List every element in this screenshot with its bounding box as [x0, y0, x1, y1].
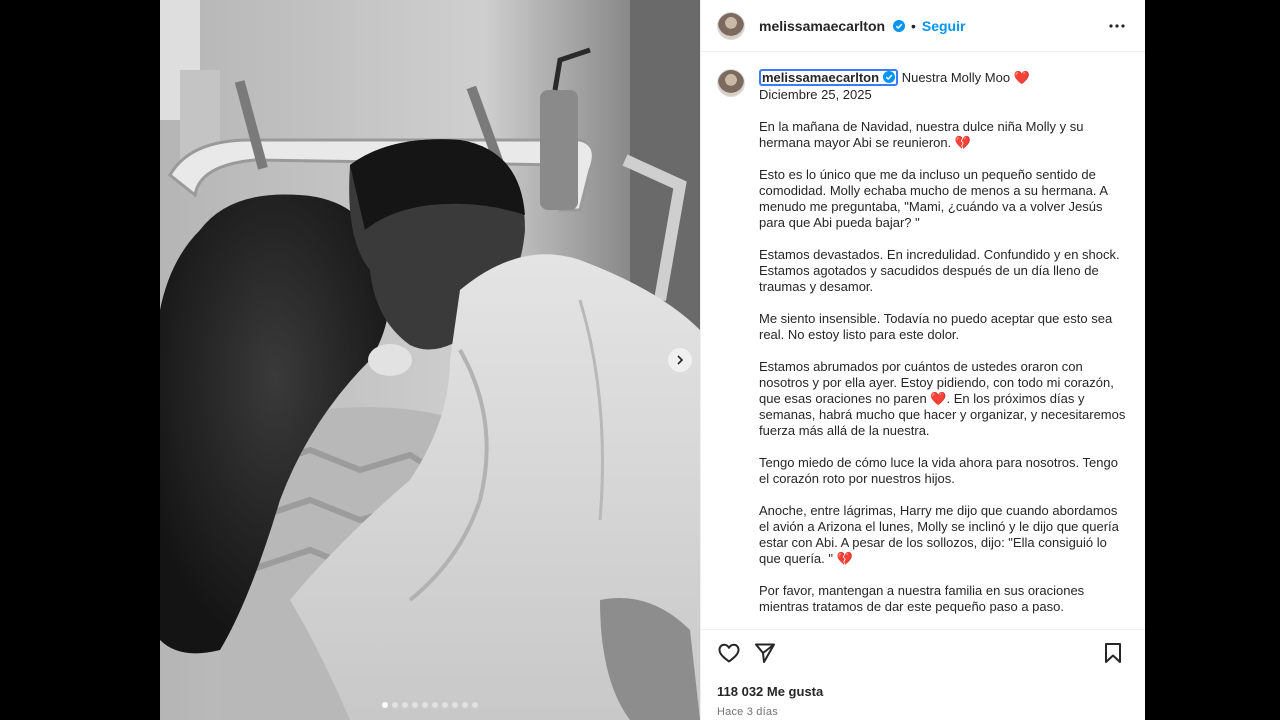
- paragraph-text: En la mañana de Navidad, nuestra dulce n…: [759, 119, 1084, 150]
- verified-badge-icon: [883, 71, 896, 83]
- post-time-ago[interactable]: Hace 3 días: [717, 706, 1129, 718]
- actions-bar: 118 032 Me gusta Hace 3 días: [701, 629, 1145, 720]
- heart-icon[interactable]: [717, 641, 741, 665]
- caption-paragraph: Anoche, entre lágrimas, Harry me dijo qu…: [759, 503, 1129, 567]
- photo-image: [160, 0, 700, 720]
- screen: melissamaecarlton • Seguir melissamaecar…: [0, 0, 1280, 720]
- caption-paragraph: Estamos abrumados por cuántos de ustedes…: [759, 359, 1129, 439]
- follow-button[interactable]: Seguir: [922, 18, 966, 34]
- caption-paragraph: Tengo miedo de cómo luce la vida ahora p…: [759, 455, 1129, 487]
- paragraph-text: Anoche, entre lágrimas, Harry me dijo qu…: [759, 503, 1119, 566]
- chevron-right-icon: [677, 355, 684, 365]
- bookmark-icon[interactable]: [1101, 641, 1125, 665]
- caption-username-link[interactable]: melissamaecarlton: [759, 69, 899, 86]
- verified-badge-icon: [892, 19, 905, 32]
- send-icon[interactable]: [753, 641, 777, 665]
- paragraph-text: Tengo miedo de cómo luce la vida ahora p…: [759, 455, 1118, 486]
- comments-section[interactable]: melissamaecarlton Nuestra Molly Moo ❤️ D…: [701, 53, 1145, 629]
- paragraph-emoji: 💔: [954, 135, 972, 150]
- caption-avatar[interactable]: [717, 69, 745, 97]
- caption-paragraph: Por favor, mantengan a nuestra familia e…: [759, 583, 1129, 615]
- post-details-panel: melissamaecarlton • Seguir melissamaecar…: [700, 0, 1145, 720]
- paragraph-text: Me siento insensible. Todavía no puedo a…: [759, 311, 1113, 342]
- caption-paragraph: En la mañana de Navidad, nuestra dulce n…: [759, 119, 1129, 151]
- caption-paragraph: Esto es lo único que me da incluso un pe…: [759, 167, 1129, 231]
- separator-dot: •: [910, 17, 916, 34]
- carousel-dot: [462, 702, 468, 708]
- paragraph-text: Estamos devastados. En incredulidad. Con…: [759, 247, 1120, 294]
- carousel-dot: [402, 702, 408, 708]
- caption-date: Diciembre 25, 2025: [759, 87, 872, 102]
- caption-paragraph: Estamos devastados. En incredulidad. Con…: [759, 247, 1129, 295]
- carousel-dot: [432, 702, 438, 708]
- next-slide-button[interactable]: [668, 348, 692, 372]
- caption-paragraphs: En la mañana de Navidad, nuestra dulce n…: [759, 119, 1129, 615]
- action-icons: [717, 640, 1129, 666]
- paragraph-emoji: 💔: [836, 551, 853, 566]
- carousel-dot: [382, 702, 388, 708]
- caption-username: melissamaecarlton: [762, 70, 880, 85]
- carousel-dot: [442, 702, 448, 708]
- post-header: melissamaecarlton • Seguir: [701, 0, 1145, 52]
- carousel-dot: [392, 702, 398, 708]
- more-options-button[interactable]: [1105, 14, 1129, 38]
- carousel-dot: [412, 702, 418, 708]
- header-username-link[interactable]: melissamaecarlton: [759, 18, 905, 34]
- avatar[interactable]: [717, 11, 745, 40]
- post-photo[interactable]: [160, 0, 700, 720]
- caption-paragraph: Me siento insensible. Todavía no puedo a…: [759, 311, 1129, 343]
- paragraph-text: Esto es lo único que me da incluso un pe…: [759, 167, 1108, 230]
- caption-body: melissamaecarlton Nuestra Molly Moo ❤️ D…: [759, 69, 1129, 615]
- caption-title-emoji: ❤️: [1013, 70, 1030, 85]
- more-options-icon: [1109, 23, 1125, 28]
- header-username: melissamaecarlton: [759, 17, 886, 34]
- paragraph-text: Por favor, mantengan a nuestra familia e…: [759, 583, 1085, 614]
- carousel-dot: [452, 702, 458, 708]
- carousel-indicator: [160, 702, 700, 708]
- carousel-dot: [422, 702, 428, 708]
- like-count[interactable]: 118 032 Me gusta: [717, 684, 1129, 699]
- caption: melissamaecarlton Nuestra Molly Moo ❤️ D…: [717, 69, 1129, 615]
- caption-title: Nuestra Molly Moo: [901, 70, 1011, 85]
- paragraph-emoji: ❤️: [930, 391, 947, 406]
- carousel-dot: [472, 702, 478, 708]
